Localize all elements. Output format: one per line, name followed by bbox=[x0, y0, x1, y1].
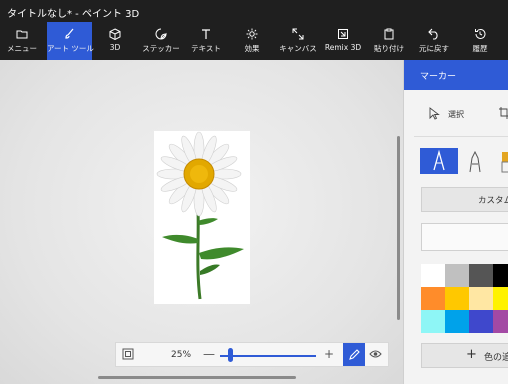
3d-label: 3D bbox=[109, 43, 121, 52]
color-swatch-light-gray[interactable] bbox=[445, 264, 469, 287]
brush-icon bbox=[64, 28, 73, 39]
zoom-in-button[interactable]: + bbox=[324, 347, 334, 361]
eye-icon[interactable] bbox=[369, 348, 382, 360]
calligraphy-pen-brush[interactable] bbox=[462, 148, 500, 174]
undo-label: 元に戻す bbox=[419, 44, 449, 53]
size-input[interactable] bbox=[421, 223, 508, 251]
zoom-out-button[interactable]: — bbox=[203, 347, 215, 361]
oil-brush[interactable] bbox=[500, 148, 508, 174]
plus-icon: + bbox=[466, 347, 477, 362]
tool-panel: マーカー 選択 カスタム + 色の追 bbox=[403, 60, 508, 384]
tab-effects[interactable]: 効果 bbox=[236, 22, 268, 60]
select-label[interactable]: 選択 bbox=[448, 109, 464, 120]
tab-stickers[interactable]: ステッカー bbox=[140, 22, 182, 60]
panel-divider bbox=[414, 136, 508, 137]
zoom-percent: 25% bbox=[171, 350, 192, 360]
cube-icon bbox=[109, 28, 121, 40]
custom-color-button[interactable]: カスタム bbox=[421, 187, 508, 212]
paste-icon bbox=[384, 28, 394, 40]
add-color-button[interactable]: + 色の追 bbox=[421, 343, 508, 368]
sticker-icon bbox=[155, 28, 167, 40]
undo-button[interactable]: 元に戻す bbox=[416, 22, 452, 60]
color-swatch-orange[interactable] bbox=[421, 287, 445, 310]
color-swatch-aqua[interactable] bbox=[421, 310, 445, 333]
canvas-label: キャンバス bbox=[279, 44, 317, 53]
panel-header: マーカー bbox=[404, 60, 508, 90]
tab-3d[interactable]: 3D bbox=[100, 22, 130, 60]
canvas-icon bbox=[292, 28, 304, 40]
tab-remix-3d[interactable]: Remix 3D bbox=[322, 22, 364, 60]
menu-button[interactable]: メニュー bbox=[0, 22, 44, 60]
history-label: 履歴 bbox=[472, 44, 488, 53]
zoom-slider-track[interactable] bbox=[220, 355, 316, 357]
vertical-scrollbar[interactable] bbox=[397, 136, 400, 320]
tab-art-tools[interactable]: アート ツール bbox=[47, 22, 94, 60]
draw-mode-button[interactable] bbox=[343, 343, 365, 366]
menu-label: メニュー bbox=[7, 44, 37, 53]
fit-to-screen-icon[interactable] bbox=[122, 348, 134, 360]
crop-icon[interactable] bbox=[499, 107, 508, 119]
title-bar: タイトルなし* - ペイント 3D bbox=[0, 0, 508, 22]
window-title: タイトルなし* - ペイント 3D bbox=[7, 9, 140, 20]
horizontal-scrollbar[interactable] bbox=[98, 376, 296, 379]
effects-label: 効果 bbox=[244, 44, 260, 53]
tab-canvas[interactable]: キャンバス bbox=[278, 22, 318, 60]
add-color-label: 色の追 bbox=[484, 353, 508, 363]
panel-title: マーカー bbox=[420, 72, 457, 82]
zoom-bar: 25% — + bbox=[115, 342, 389, 367]
remix-icon bbox=[338, 29, 348, 39]
tab-text[interactable]: テキスト bbox=[188, 22, 224, 60]
zoom-slider-thumb[interactable] bbox=[228, 348, 233, 362]
art-tools-label: アート ツール bbox=[47, 44, 94, 53]
color-swatch-purple[interactable] bbox=[493, 310, 508, 333]
paste-label: 貼り付け bbox=[374, 44, 404, 53]
cursor-icon[interactable] bbox=[429, 107, 440, 120]
text-label: テキスト bbox=[191, 44, 221, 53]
color-swatch-yellow[interactable] bbox=[493, 287, 508, 310]
color-swatch-indigo[interactable] bbox=[469, 310, 493, 333]
select-row: 選択 bbox=[404, 104, 508, 126]
color-swatch-black[interactable] bbox=[493, 264, 508, 287]
oil-brush-icon bbox=[501, 152, 508, 173]
folder-icon bbox=[16, 30, 28, 39]
daisy-image bbox=[156, 131, 244, 300]
calligraphy-pen-icon bbox=[469, 150, 481, 173]
color-swatch-cream[interactable] bbox=[469, 287, 493, 310]
sun-icon bbox=[246, 28, 258, 40]
text-icon bbox=[202, 29, 210, 39]
color-swatch-amber[interactable] bbox=[445, 287, 469, 310]
marker-brush[interactable] bbox=[420, 148, 458, 174]
color-swatch-dark-gray[interactable] bbox=[469, 264, 493, 287]
stickers-label: ステッカー bbox=[142, 44, 180, 53]
color-swatch-sky-blue[interactable] bbox=[445, 310, 469, 333]
toolbar: メニュー アート ツール 3D ステッカー テキスト 効果 キャンバス Remi… bbox=[0, 22, 508, 60]
color-swatch-white[interactable] bbox=[421, 264, 445, 287]
pencil-icon bbox=[349, 349, 360, 360]
custom-label: カスタム bbox=[478, 196, 508, 206]
remix-3d-label: Remix 3D bbox=[324, 43, 362, 52]
history-button[interactable]: 履歴 bbox=[462, 22, 498, 60]
history-icon bbox=[475, 28, 486, 39]
marker-icon bbox=[433, 149, 445, 171]
drawing-canvas[interactable] bbox=[154, 131, 250, 304]
undo-icon bbox=[428, 28, 438, 40]
paste-button[interactable]: 貼り付け bbox=[372, 22, 406, 60]
